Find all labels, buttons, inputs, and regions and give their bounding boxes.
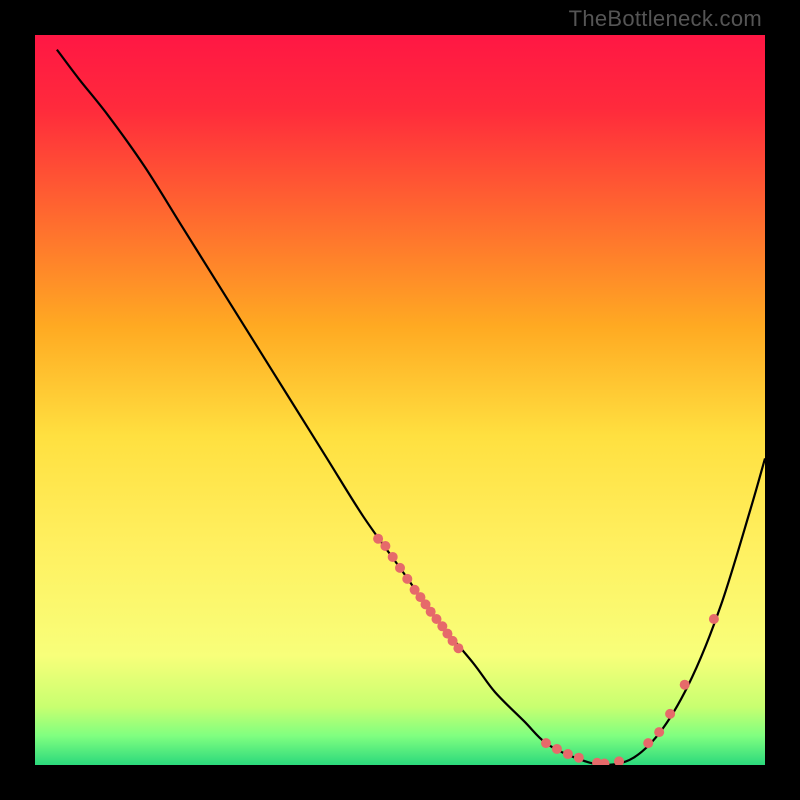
watermark-text: TheBottleneck.com (569, 6, 762, 32)
gradient-background (35, 35, 765, 765)
plot-area (35, 35, 765, 765)
chart-container: TheBottleneck.com (0, 0, 800, 800)
